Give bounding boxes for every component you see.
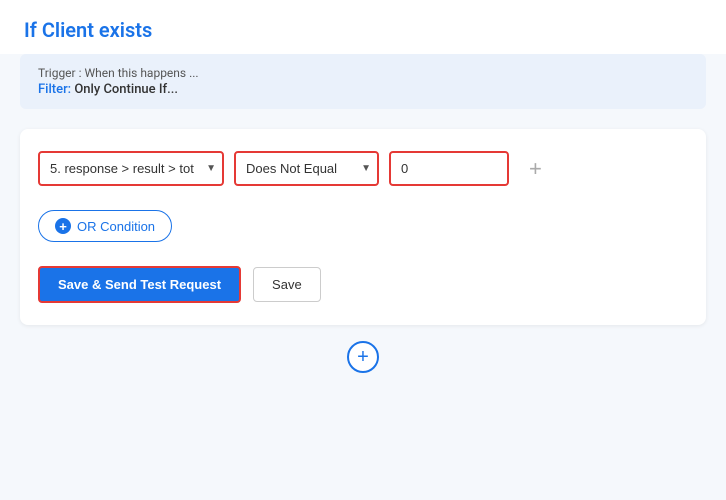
add-step-button[interactable]: + [347, 341, 379, 373]
or-plus-icon: + [55, 218, 71, 234]
trigger-bar: Trigger : When this happens ... Filter: … [20, 54, 706, 109]
filter-value: Only Continue If... [74, 82, 178, 97]
filter-label: Filter: [38, 82, 71, 97]
page-title: If Client exists [0, 0, 726, 54]
operator-select-wrapper: Does Not Equal Equals Contains Does Not … [234, 151, 379, 186]
operator-select[interactable]: Does Not Equal Equals Contains Does Not … [234, 151, 379, 186]
or-condition-label: OR Condition [77, 219, 155, 234]
field-select[interactable]: 5. response > result > tot [38, 151, 224, 186]
or-condition-button[interactable]: + OR Condition [38, 210, 172, 242]
field-select-wrapper: 5. response > result > tot ▼ [38, 151, 224, 186]
value-input[interactable] [389, 151, 509, 186]
filter-line: Filter: Only Continue If... [38, 82, 688, 97]
save-button[interactable]: Save [253, 267, 321, 302]
action-row: Save & Send Test Request Save [38, 266, 688, 303]
condition-row: 5. response > result > tot ▼ Does Not Eq… [38, 151, 688, 186]
trigger-line: Trigger : When this happens ... [38, 66, 688, 80]
main-content: Trigger : When this happens ... Filter: … [0, 54, 726, 500]
condition-card: 5. response > result > tot ▼ Does Not Eq… [20, 129, 706, 325]
save-test-button[interactable]: Save & Send Test Request [38, 266, 241, 303]
add-condition-button[interactable]: + [523, 156, 548, 182]
bottom-plus-area: + [20, 325, 706, 381]
